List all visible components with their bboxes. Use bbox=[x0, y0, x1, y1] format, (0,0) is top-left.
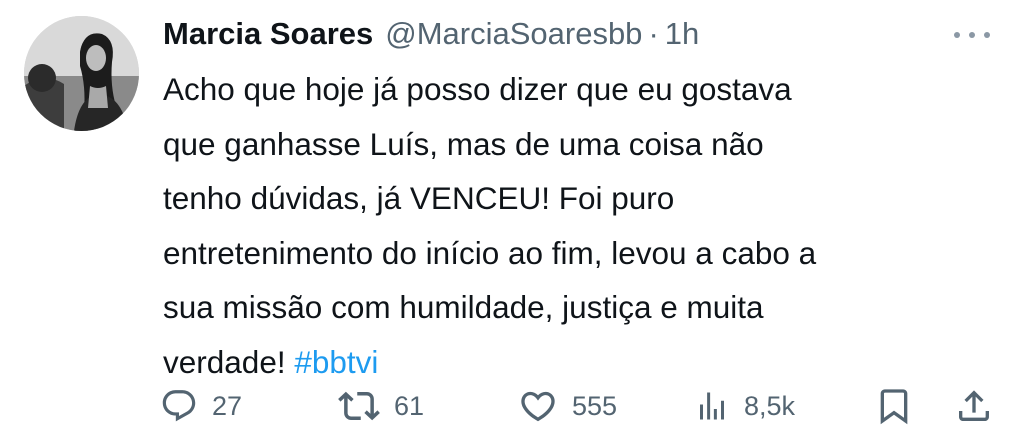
tweet-text-line: sua missão com humildade, justiça e muit… bbox=[163, 289, 764, 325]
reply-button[interactable]: 27 bbox=[160, 382, 242, 430]
separator-dot: · bbox=[648, 16, 659, 51]
retweet-count: 61 bbox=[394, 390, 425, 421]
tweet-text-line: entretenimento do início ao fim, levou a… bbox=[163, 234, 817, 271]
like-count: 555 bbox=[572, 390, 618, 421]
tweet-text: Acho que hoje já posso dizer que eu gost… bbox=[163, 62, 998, 389]
author-name[interactable]: Marcia Soares bbox=[163, 16, 373, 52]
views-count: 8,5k bbox=[744, 390, 796, 421]
retweet-icon bbox=[338, 391, 380, 421]
tweet-text-line: verdade! bbox=[163, 343, 295, 380]
tweet-time[interactable]: 1h bbox=[665, 16, 699, 52]
reply-count: 27 bbox=[212, 390, 243, 421]
action-bar: 27 61 555 8,5k bbox=[160, 382, 1000, 430]
share-button[interactable] bbox=[954, 382, 994, 430]
bookmark-button[interactable] bbox=[874, 382, 914, 430]
like-button[interactable]: 555 bbox=[518, 382, 617, 430]
tweet-text-line: que ganhasse Luís, mas de uma coisa não bbox=[163, 125, 764, 162]
reply-icon bbox=[162, 390, 196, 422]
retweet-button[interactable]: 61 bbox=[338, 382, 424, 430]
avatar[interactable] bbox=[24, 16, 139, 131]
bookmark-icon bbox=[880, 389, 908, 425]
tweet-text-line: tenho dúvidas, já VENCEU! Foi puro bbox=[163, 180, 675, 216]
avatar-photo bbox=[24, 16, 139, 131]
views-icon bbox=[700, 392, 724, 420]
heart-icon bbox=[521, 391, 555, 422]
views-button[interactable]: 8,5k bbox=[694, 382, 795, 430]
hashtag-link[interactable]: #bbtvi bbox=[294, 344, 378, 380]
share-icon bbox=[959, 390, 989, 421]
tweet-text-line: Acho que hoje já posso dizer que eu gost… bbox=[163, 71, 792, 107]
author-handle[interactable]: @MarciaSoaresbb bbox=[385, 16, 642, 52]
tweet-header: Marcia Soares @MarciaSoaresbb · 1h bbox=[163, 14, 699, 54]
more-horizontal-icon[interactable] bbox=[954, 28, 990, 42]
